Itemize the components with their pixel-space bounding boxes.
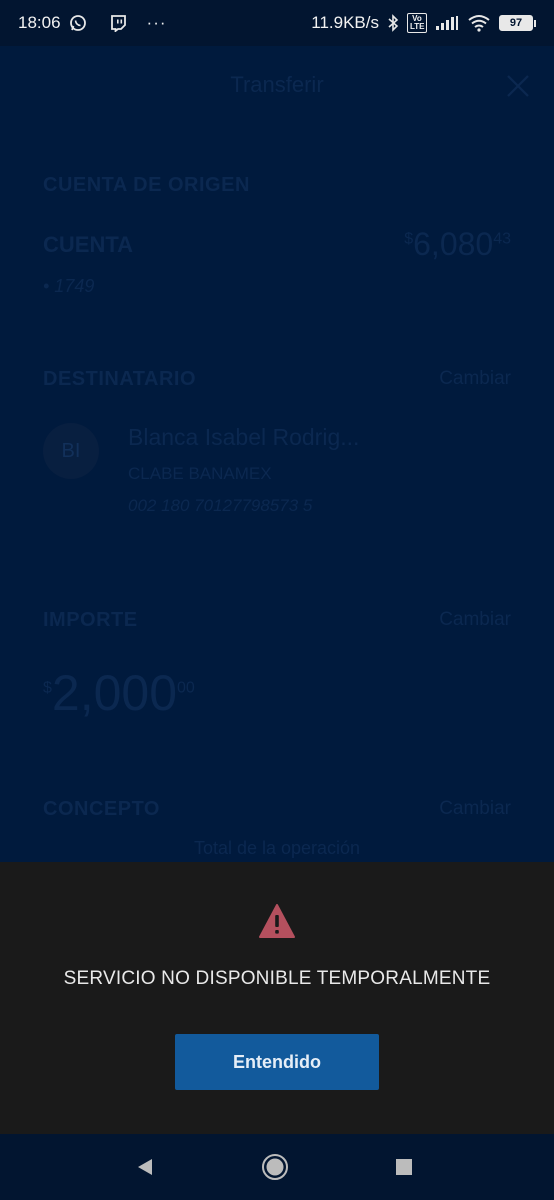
total-label: Total de la operación	[193, 838, 361, 858]
transfer-screen: Transferir CUENTA DE ORIGEN CUENTA $6,08…	[0, 46, 554, 862]
back-triangle-icon[interactable]	[130, 1152, 160, 1182]
origin-section-title: CUENTA DE ORIGEN	[43, 174, 250, 196]
screen-title: Transferir	[230, 72, 324, 97]
balance-main: 6,080	[413, 226, 494, 262]
amount-section-title: IMPORTE	[43, 609, 138, 631]
status-right: 11.9KB/s Vo LTE 97	[311, 13, 536, 33]
android-nav-bar	[0, 1134, 554, 1200]
home-circle-icon[interactable]	[260, 1152, 290, 1182]
amount-change-link[interactable]: Cambiar	[439, 609, 511, 631]
status-time: 18:06	[18, 13, 61, 32]
recipient-avatar: BI	[43, 423, 99, 479]
wifi-icon	[467, 14, 491, 32]
error-message: SERVICIO NO DISPONIBLE TEMPORALMENTE	[63, 968, 491, 989]
balance-currency: $	[404, 230, 414, 248]
amount-currency: $	[43, 679, 52, 697]
bluetooth-icon	[387, 14, 399, 32]
recipient-bank: CLABE BANAMEX	[128, 464, 272, 483]
error-bottom-sheet: SERVICIO NO DISPONIBLE TEMPORALMENTE Ent…	[0, 862, 554, 1134]
origin-account-mask: • 1749	[43, 276, 95, 296]
recipient-section-title: DESTINATARIO	[43, 368, 197, 390]
recipient-name: Blanca Isabel Rodrig...	[128, 424, 360, 450]
origin-account-balance: $6,08043	[404, 226, 511, 263]
balance-cents: 43	[493, 230, 511, 248]
volte-icon: Vo LTE	[407, 13, 427, 33]
transfer-amount: $2,00000	[43, 664, 195, 722]
status-left: 18:06 ···	[18, 13, 167, 33]
recents-square-icon[interactable]	[389, 1152, 419, 1182]
recipient-change-link[interactable]: Cambiar	[439, 368, 511, 390]
network-speed: 11.9KB/s	[311, 13, 379, 32]
whatsapp-icon	[69, 14, 87, 32]
status-bar: 18:06 ··· 11.9KB/s Vo LTE 97	[0, 0, 554, 46]
amount-cents: 00	[177, 679, 195, 697]
signal-icon	[435, 15, 459, 31]
battery-level: 97	[499, 15, 533, 31]
origin-account-name[interactable]: CUENTA	[43, 232, 133, 258]
more-notifications-icon: ···	[146, 13, 167, 32]
warning-triangle-icon	[259, 904, 295, 938]
understood-button[interactable]: Entendido	[175, 1034, 379, 1090]
close-icon[interactable]	[506, 74, 530, 98]
twitch-icon	[109, 14, 127, 32]
amount-main: 2,000	[51, 665, 178, 721]
concept-section-title: CONCEPTO	[43, 798, 160, 820]
battery-icon: 97	[499, 15, 536, 31]
recipient-clabe: 002 180 70127798573 5	[128, 496, 313, 515]
concept-change-link[interactable]: Cambiar	[439, 798, 511, 820]
